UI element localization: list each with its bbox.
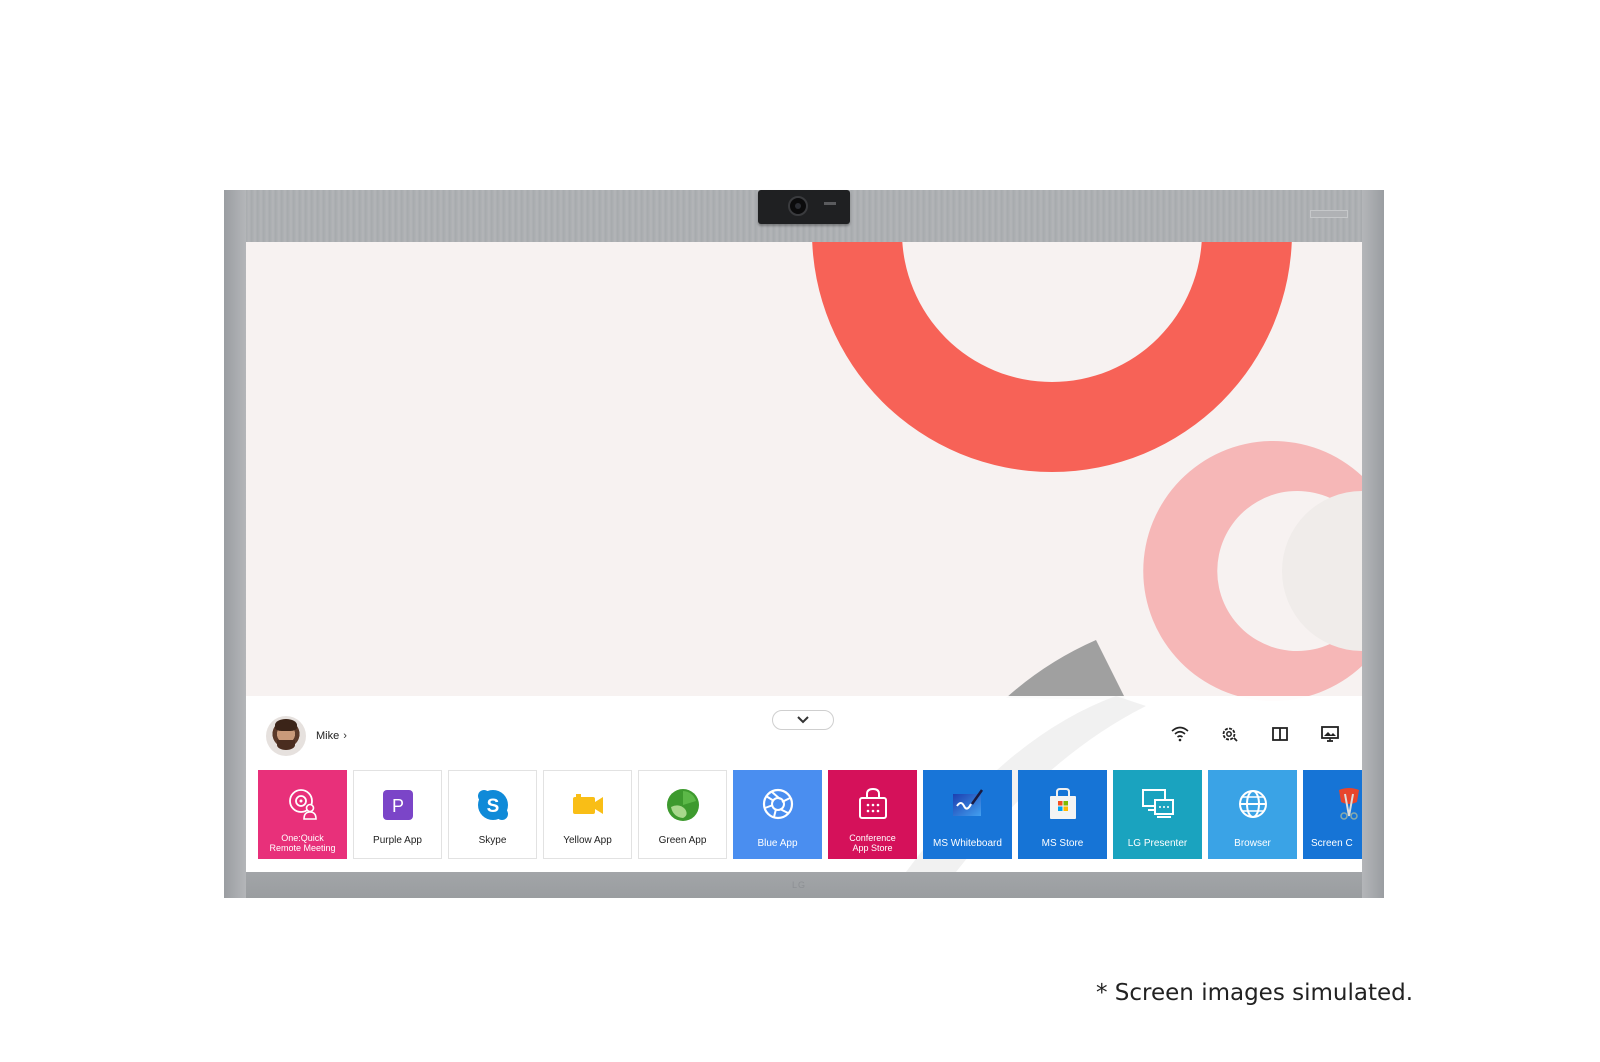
webcam [758, 190, 850, 224]
screen-share-button[interactable] [1320, 724, 1340, 744]
wallpaper-gray-wedge-top [1006, 640, 1126, 700]
presenter-icon [1140, 786, 1176, 822]
app-label: MS Whiteboard [933, 838, 1002, 849]
whiteboard-icon [950, 786, 986, 822]
app-tile-green-app[interactable]: Green App [638, 770, 727, 859]
user-name[interactable]: Mike [316, 730, 339, 742]
home-screen: Mike › One:Quick Remote Meeting P Purple… [246, 242, 1362, 872]
purple-app-icon: P [380, 787, 416, 823]
remote-meeting-icon [285, 786, 321, 822]
system-tray [1170, 724, 1340, 744]
wallpaper-ring-inner [1282, 491, 1362, 651]
app-label: Purple App [373, 835, 422, 846]
app-tile-one-quick[interactable]: One:Quick Remote Meeting [258, 770, 347, 859]
brand-logo: LG [792, 880, 807, 890]
skype-icon: S [475, 787, 511, 823]
settings-icon [1222, 727, 1238, 742]
avatar[interactable] [266, 716, 306, 756]
app-tile-screen-capture[interactable]: Screen C [1303, 770, 1362, 859]
camera-badge [824, 202, 836, 205]
green-app-icon [665, 787, 701, 823]
app-label: Skype [478, 835, 507, 846]
chevron-right-icon[interactable]: › [343, 730, 347, 742]
app-label: Conference App Store [849, 833, 896, 853]
app-label: One:Quick Remote Meeting [269, 833, 336, 853]
screen-share-icon [1321, 726, 1339, 742]
app-label: Blue App [757, 838, 798, 849]
launcher-dock: Mike › One:Quick Remote Meeting P Purple… [246, 696, 1362, 872]
app-label: Green App [658, 835, 707, 846]
app-tile-conference-app-store[interactable]: Conference App Store [828, 770, 917, 859]
app-tile-ms-store[interactable]: MS Store [1018, 770, 1107, 859]
app-label: Yellow App [563, 835, 612, 846]
camera-lens-icon [788, 196, 808, 216]
video-camera-icon [570, 787, 606, 823]
ms-store-icon [1045, 786, 1081, 822]
svg-text:P: P [391, 796, 403, 816]
app-tile-yellow-app[interactable]: Yellow App [543, 770, 632, 859]
chevron-down-icon [797, 716, 809, 724]
bezel-right [1362, 190, 1384, 898]
split-screen-icon [1272, 727, 1288, 741]
app-tile-ms-whiteboard[interactable]: MS Whiteboard [923, 770, 1012, 859]
bezel-left [224, 190, 246, 898]
globe-icon [1235, 786, 1271, 822]
settings-button[interactable] [1220, 724, 1240, 744]
collapse-dock-button[interactable] [772, 710, 834, 730]
app-tile-blue-app[interactable]: Blue App [733, 770, 822, 859]
split-screen-button[interactable] [1270, 724, 1290, 744]
app-label: Screen C [1311, 838, 1353, 849]
app-tile-lg-presenter[interactable]: LG Presenter [1113, 770, 1202, 859]
wallpaper-red-arc [812, 242, 1292, 472]
status-led [1310, 210, 1348, 218]
app-tile-skype[interactable]: S Skype [448, 770, 537, 859]
app-tile-purple-app[interactable]: P Purple App [353, 770, 442, 859]
app-label: Browser [1234, 838, 1271, 849]
user-profile[interactable]: Mike › [266, 716, 347, 756]
svg-text:S: S [486, 796, 499, 817]
wifi-icon [1171, 726, 1189, 742]
app-tile-browser[interactable]: Browser [1208, 770, 1297, 859]
footnote: * Screen images simulated. [1096, 980, 1414, 1006]
screen-capture-icon [1331, 786, 1362, 822]
app-label: LG Presenter [1127, 838, 1188, 849]
app-label: MS Store [1041, 838, 1084, 849]
aperture-icon [760, 786, 796, 822]
shopping-bag-icon [855, 786, 891, 822]
app-tiles: One:Quick Remote Meeting P Purple App S S… [258, 770, 1362, 859]
wifi-button[interactable] [1170, 724, 1190, 744]
